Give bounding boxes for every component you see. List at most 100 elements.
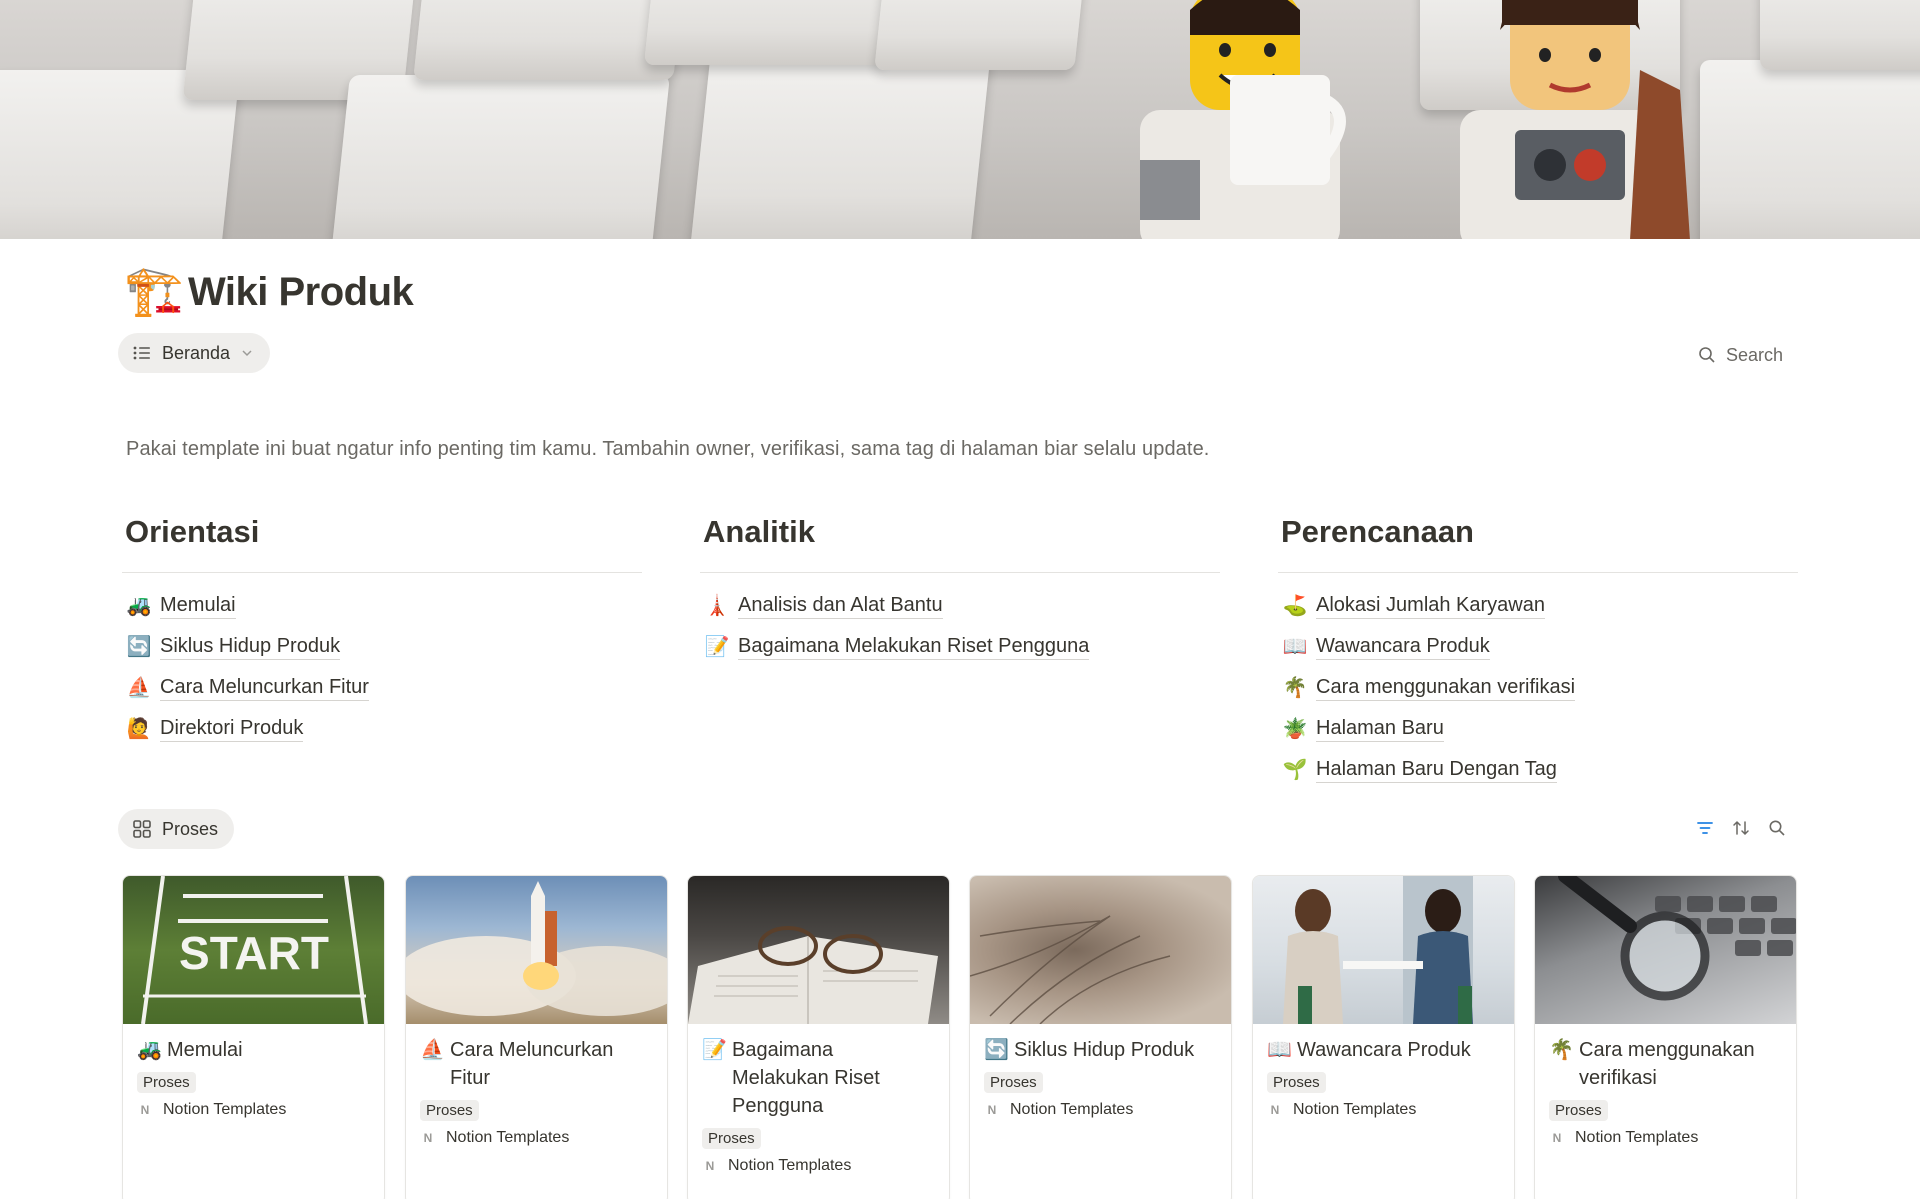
page-link-label[interactable]: Halaman Baru [1316,715,1444,742]
page-link[interactable]: 📝 Bagaimana Melakukan Riset Pengguna [700,626,1220,667]
view-selector-label: Beranda [162,342,231,363]
card-tag: Proses [984,1072,1043,1093]
page-link-label[interactable]: Siklus Hidup Produk [160,633,341,660]
chevron-down-icon [242,350,252,357]
card-icon: ⛵ [420,1039,445,1061]
page-link-label[interactable]: Direktori Produk [160,715,304,742]
section-perencanaan: Perencanaan ⛳ Alokasi Jumlah Karyawan 📖 Wa… [1278,514,1798,790]
gallery-card[interactable]: 🌴 Cara menggunakan verifikasi Proses N Not… [1534,875,1797,1199]
page-title[interactable]: Wiki Produk [188,270,414,315]
notion-logo-icon: N [423,1131,433,1145]
card-title: Siklus Hidup Produk [1014,1039,1195,1061]
page-link[interactable]: ⛳ Alokasi Jumlah Karyawan [1278,585,1798,626]
card-title: Cara Meluncurkan Fitur [450,1039,614,1089]
card-tag: Proses [1267,1072,1326,1093]
section-orientasi: Orientasi 🚜 Memulai 🔄 Siklus Hidup Produk … [122,514,642,749]
notion-logo-icon: N [987,1103,997,1117]
card-icon: 📝 [702,1039,727,1061]
search-button[interactable]: Search [1698,340,1783,370]
gallery-card[interactable]: 🔄 Siklus Hidup Produk Proses N Notion Temp… [969,875,1232,1199]
gallery-card[interactable]: ⛵ Cara Meluncurkan Fitur Proses N Notion T… [405,875,668,1199]
card-cover-image [406,876,667,1024]
list-icon [133,346,150,360]
page-link-label[interactable]: Cara menggunakan verifikasi [1316,674,1576,701]
page-link-label[interactable]: Alokasi Jumlah Karyawan [1316,592,1545,619]
section-heading: Orientasi [125,514,260,549]
notion-logo-icon: N [1270,1103,1280,1117]
page-link[interactable]: 📖 Wawancara Produk [1278,626,1798,667]
page-link-icon: 🔄 [126,636,152,658]
gallery-card[interactable]: START 🚜 Memulai Proses N Notion Templates [122,875,385,1199]
card-icon: 🚜 [137,1039,162,1061]
cover-image [0,0,1920,239]
page-link-icon: 🚜 [126,595,152,617]
page-link-label[interactable]: Cara Meluncurkan Fitur [160,674,369,701]
page-icon[interactable]: 🏗️ [124,262,184,322]
card-title: Bagaimana Melakukan Riset Pengguna [732,1039,880,1117]
notion-logo-icon: N [1552,1131,1562,1145]
card-title: Cara menggunakan verifikasi [1579,1039,1755,1089]
tab-proses[interactable]: Proses [118,809,235,849]
page-link-icon: 🗼 [704,595,730,617]
page-link-icon: 🙋 [126,718,152,740]
page-link-icon: 🌱 [1282,759,1308,781]
page-link[interactable]: ⛵ Cara Meluncurkan Fitur [122,667,642,708]
page-link[interactable]: 🗼 Analisis dan Alat Bantu [700,585,1220,626]
card-source: Notion Templates [446,1129,570,1146]
page-link-icon: 📖 [1282,636,1308,658]
search-label: Search [1726,344,1784,365]
section-heading: Analitik [703,514,815,549]
page-link-label[interactable]: Wawancara Produk [1316,633,1490,660]
card-title: Wawancara Produk [1297,1039,1471,1061]
search-icon[interactable] [1766,816,1788,840]
page-link-icon: 🌴 [1282,677,1308,699]
card-cover-text: START [179,927,329,979]
page-link[interactable]: 🌴 Cara menggunakan verifikasi [1278,667,1798,708]
card-icon: 🌴 [1549,1039,1574,1061]
section-analitik: Analitik 🗼 Analisis dan Alat Bantu 📝 Bagai… [700,514,1220,667]
gallery-icon [133,820,151,838]
card-source: Notion Templates [728,1157,852,1174]
page-link-icon: ⛵ [126,677,152,699]
gallery-card[interactable]: 📝 Bagaimana Melakukan Riset Pengguna Pros… [687,875,950,1199]
section-heading: Perencanaan [1281,514,1474,549]
intro-text: Pakai template ini buat ngatur info pent… [126,438,1210,460]
card-source: Notion Templates [163,1101,287,1118]
view-selector-button[interactable]: Beranda [118,333,271,373]
page-link[interactable]: 🙋 Direktori Produk [122,708,642,749]
page-link-label[interactable]: Bagaimana Melakukan Riset Pengguna [738,633,1090,660]
page-link[interactable]: 🚜 Memulai [122,585,642,626]
database-toolbar [1694,816,1788,840]
card-tag: Proses [702,1128,761,1149]
card-cover-image [1253,876,1514,1024]
page-link-icon: 📝 [704,636,730,658]
page-link[interactable]: 🌱 Halaman Baru Dengan Tag [1278,749,1798,790]
notion-logo-icon: N [705,1159,715,1173]
page-link[interactable]: 🔄 Siklus Hidup Produk [122,626,642,667]
card-tag: Proses [137,1072,196,1093]
card-tag: Proses [1549,1100,1608,1121]
page-link-label[interactable]: Halaman Baru Dengan Tag [1316,756,1557,783]
sort-icon[interactable] [1730,816,1752,840]
card-title: Memulai [167,1039,243,1061]
page-link-icon: ⛳ [1282,595,1308,617]
card-cover-image [688,876,949,1024]
card-cover-image [1535,876,1796,1024]
divider [1278,572,1798,573]
card-icon: 🔄 [984,1039,1009,1061]
card-tag: Proses [420,1100,479,1121]
gallery-card[interactable]: 📖 Wawancara Produk Proses N Notion Templat… [1252,875,1515,1199]
page-link[interactable]: 🪴 Halaman Baru [1278,708,1798,749]
minifig-image [1140,0,1346,239]
card-source: Notion Templates [1293,1101,1417,1118]
page-link-label[interactable]: Memulai [160,592,236,619]
page-link-label[interactable]: Analisis dan Alat Bantu [738,592,943,619]
card-source: Notion Templates [1010,1101,1134,1118]
divider [700,572,1220,573]
card-cover-image [970,876,1231,1024]
filter-icon[interactable] [1694,816,1716,840]
card-source: Notion Templates [1575,1129,1699,1146]
page-link-icon: 🪴 [1282,718,1308,740]
card-icon: 📖 [1267,1039,1292,1061]
minifig-image [1460,0,1690,239]
